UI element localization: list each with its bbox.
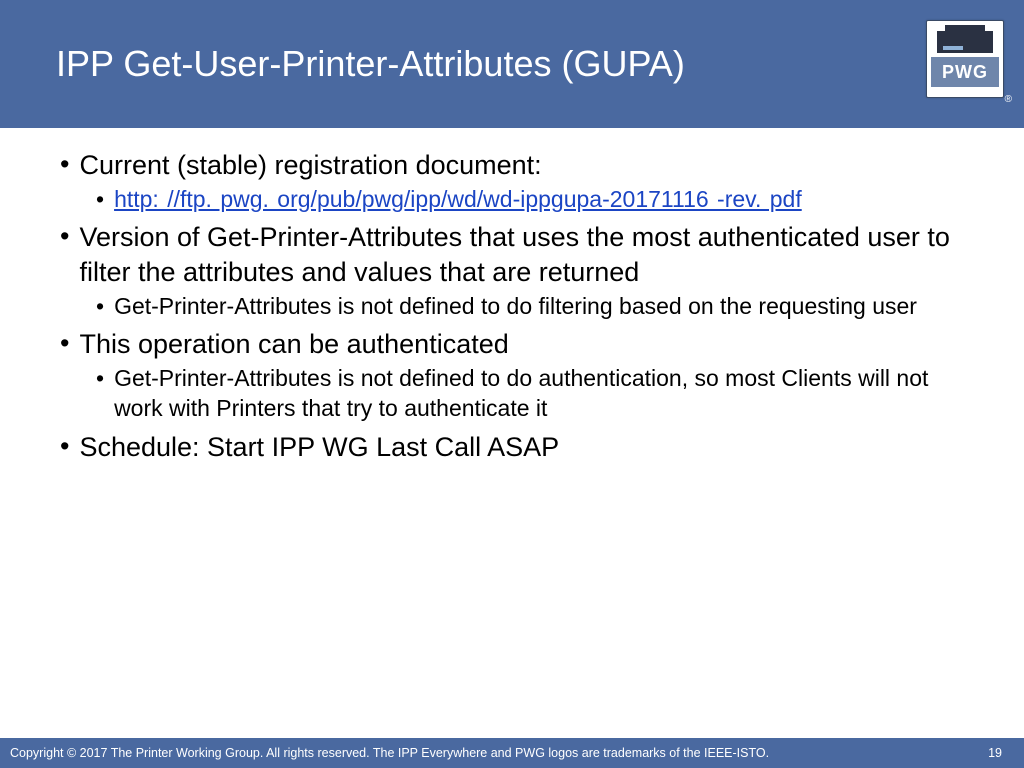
bullet-text: Get-Printer-Attributes is not defined to… xyxy=(114,292,917,322)
list-item: • This operation can be authenticated • … xyxy=(60,327,964,423)
registered-mark: ® xyxy=(1005,94,1012,105)
list-item: • Get-Printer-Attributes is not defined … xyxy=(96,292,964,322)
bullet-icon: • xyxy=(96,364,104,394)
pwg-logo: PWG xyxy=(926,20,1004,98)
page-number: 19 xyxy=(988,746,1002,760)
bullet-text: This operation can be authenticated xyxy=(79,327,508,362)
printer-icon xyxy=(937,31,993,53)
list-item: • Current (stable) registration document… xyxy=(60,148,964,214)
bullet-icon: • xyxy=(96,185,104,215)
slide: IPP Get-User-Printer-Attributes (GUPA) P… xyxy=(0,0,1024,768)
bullet-list: • Current (stable) registration document… xyxy=(60,148,964,464)
bullet-text: Version of Get-Printer-Attributes that u… xyxy=(79,220,964,289)
slide-footer: Copyright © 2017 The Printer Working Gro… xyxy=(0,738,1024,768)
list-item: • Get-Printer-Attributes is not defined … xyxy=(96,364,964,424)
slide-header: IPP Get-User-Printer-Attributes (GUPA) P… xyxy=(0,0,1024,128)
slide-title: IPP Get-User-Printer-Attributes (GUPA) xyxy=(56,43,685,85)
bullet-text: Current (stable) registration document: xyxy=(79,148,541,183)
bullet-icon: • xyxy=(60,430,69,464)
list-item: • Version of Get-Printer-Attributes that… xyxy=(60,220,964,321)
bullet-text: Get-Printer-Attributes is not defined to… xyxy=(114,364,964,424)
list-item: • http: //ftp. pwg. org/pub/pwg/ipp/wd/w… xyxy=(96,185,964,215)
copyright-text: Copyright © 2017 The Printer Working Gro… xyxy=(10,746,769,760)
document-link[interactable]: http: //ftp. pwg. org/pub/pwg/ipp/wd/wd-… xyxy=(114,185,802,215)
bullet-text: Schedule: Start IPP WG Last Call ASAP xyxy=(79,430,559,465)
bullet-icon: • xyxy=(60,148,69,182)
logo-band: PWG xyxy=(931,57,999,87)
logo-text: PWG xyxy=(942,62,988,83)
bullet-icon: • xyxy=(96,292,104,322)
bullet-icon: • xyxy=(60,327,69,361)
list-item: • Schedule: Start IPP WG Last Call ASAP xyxy=(60,430,964,465)
bullet-icon: • xyxy=(60,220,69,254)
slide-body: • Current (stable) registration document… xyxy=(0,128,1024,464)
